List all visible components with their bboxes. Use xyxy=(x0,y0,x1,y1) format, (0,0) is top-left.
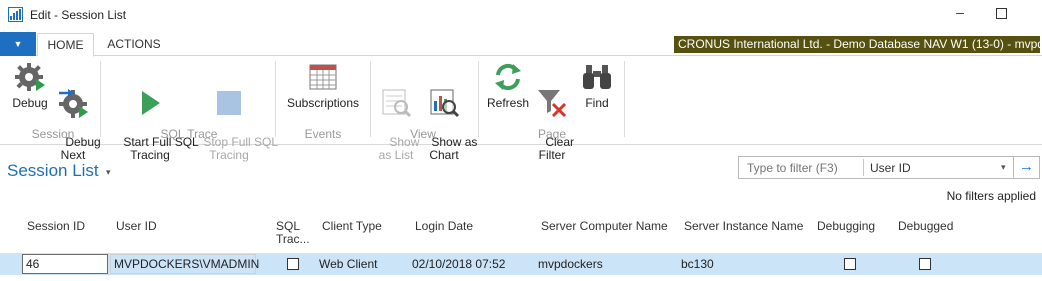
user-id-cell[interactable]: MVPDOCKERS\VMADMIN xyxy=(114,257,259,271)
subscriptions-button[interactable]: Subscriptions xyxy=(283,61,363,110)
clear-filter-icon xyxy=(538,90,567,118)
column-header-debugging[interactable]: Debugging xyxy=(817,220,875,233)
login-date-cell[interactable]: 02/10/2018 07:52 xyxy=(412,257,505,271)
gear-debug-icon xyxy=(15,63,45,91)
group-label-events: Events xyxy=(304,127,342,141)
refresh-label: Refresh xyxy=(486,96,530,110)
session-id-cell[interactable]: 46 xyxy=(22,254,108,274)
chart-search-icon xyxy=(430,89,460,118)
filter-divider xyxy=(863,159,864,176)
stop-full-sql-tracing-button[interactable]: Stop Full SQL Tracing xyxy=(190,61,278,175)
minimize-button[interactable]: – xyxy=(950,2,970,22)
apply-filter-button[interactable]: → xyxy=(1014,156,1040,179)
group-label-page: Page xyxy=(537,127,567,141)
column-header-session-id[interactable]: Session ID xyxy=(27,220,85,233)
title-bar: Edit - Session List – xyxy=(0,0,1042,30)
filter-status: No filters applied xyxy=(946,189,1036,203)
ribbon-tabstrip: ▼ HOME ACTIONS CRONUS International Ltd.… xyxy=(0,30,1042,57)
chevron-down-icon[interactable]: ▾ xyxy=(1001,162,1006,173)
list-search-icon xyxy=(382,89,412,118)
find-label: Find xyxy=(585,96,609,110)
ribbon: Debug Debug Next Session Start Full SQL … xyxy=(0,57,1042,162)
ribbon-separator xyxy=(478,61,479,137)
tab-home[interactable]: HOME xyxy=(37,33,94,57)
refresh-button[interactable]: Refresh xyxy=(486,61,530,110)
server-instance-name-cell[interactable]: bc130 xyxy=(681,257,714,271)
client-type-cell[interactable]: Web Client xyxy=(319,257,377,271)
tab-actions[interactable]: ACTIONS xyxy=(100,33,168,57)
gear-debug-next-icon xyxy=(59,89,88,118)
debug-next-button[interactable]: Debug Next xyxy=(52,61,101,175)
column-header-debugged[interactable]: Debugged xyxy=(898,220,953,233)
column-header-sql-tracing[interactable]: SQL Trac... xyxy=(276,220,316,246)
filter-field-select[interactable]: User ID xyxy=(870,161,911,175)
stop-icon xyxy=(217,91,241,115)
debugged-checkbox[interactable] xyxy=(919,258,931,270)
column-header-client-type[interactable]: Client Type xyxy=(322,220,382,233)
app-icon xyxy=(8,7,23,22)
column-header-user-id[interactable]: User ID xyxy=(116,220,157,233)
company-banner: CRONUS International Ltd. - Demo Databas… xyxy=(674,36,1042,53)
clear-filter-button[interactable]: Clear Filter xyxy=(532,61,574,175)
find-button[interactable]: Find xyxy=(578,61,616,110)
column-header-server-computer-name[interactable]: Server Computer Name xyxy=(541,220,668,233)
binoculars-icon xyxy=(583,65,611,89)
column-header-server-instance-name[interactable]: Server Instance Name xyxy=(684,220,803,233)
ribbon-separator xyxy=(275,61,276,137)
play-icon xyxy=(142,91,160,115)
refresh-icon xyxy=(495,63,521,91)
filter-box: User ID ▾ xyxy=(738,156,1014,179)
start-full-sql-tracing-button[interactable]: Start Full SQL Tracing xyxy=(110,61,199,175)
show-as-chart-button[interactable]: Show as Chart xyxy=(418,61,477,175)
maximize-button[interactable] xyxy=(996,8,1007,19)
debugging-checkbox[interactable] xyxy=(844,258,856,270)
group-label-sql-trace: SQL Trace xyxy=(160,127,218,141)
sql-tracing-checkbox[interactable] xyxy=(287,258,299,270)
column-header-login-date[interactable]: Login Date xyxy=(415,220,473,233)
window-title: Edit - Session List xyxy=(30,8,127,22)
server-computer-name-cell[interactable]: mvpdockers xyxy=(538,257,603,271)
app-menu-button[interactable]: ▼ xyxy=(0,32,36,56)
table-row[interactable]: 46 MVPDOCKERS\VMADMIN Web Client 02/10/2… xyxy=(0,253,1042,275)
filter-input[interactable] xyxy=(739,157,863,178)
chevron-down-icon[interactable]: ▾ xyxy=(106,167,111,178)
ribbon-separator xyxy=(100,61,101,137)
group-label-session: Session xyxy=(31,127,75,141)
debug-button[interactable]: Debug xyxy=(8,61,52,110)
subscriptions-label: Subscriptions xyxy=(286,96,360,110)
ribbon-separator xyxy=(624,61,625,137)
group-label-view: View xyxy=(410,127,436,141)
page-title[interactable]: Session List xyxy=(7,161,99,181)
grid-icon xyxy=(309,64,337,90)
ribbon-separator xyxy=(370,61,371,137)
debug-label: Debug xyxy=(12,96,48,110)
show-as-list-button[interactable]: Show as List xyxy=(376,61,419,175)
